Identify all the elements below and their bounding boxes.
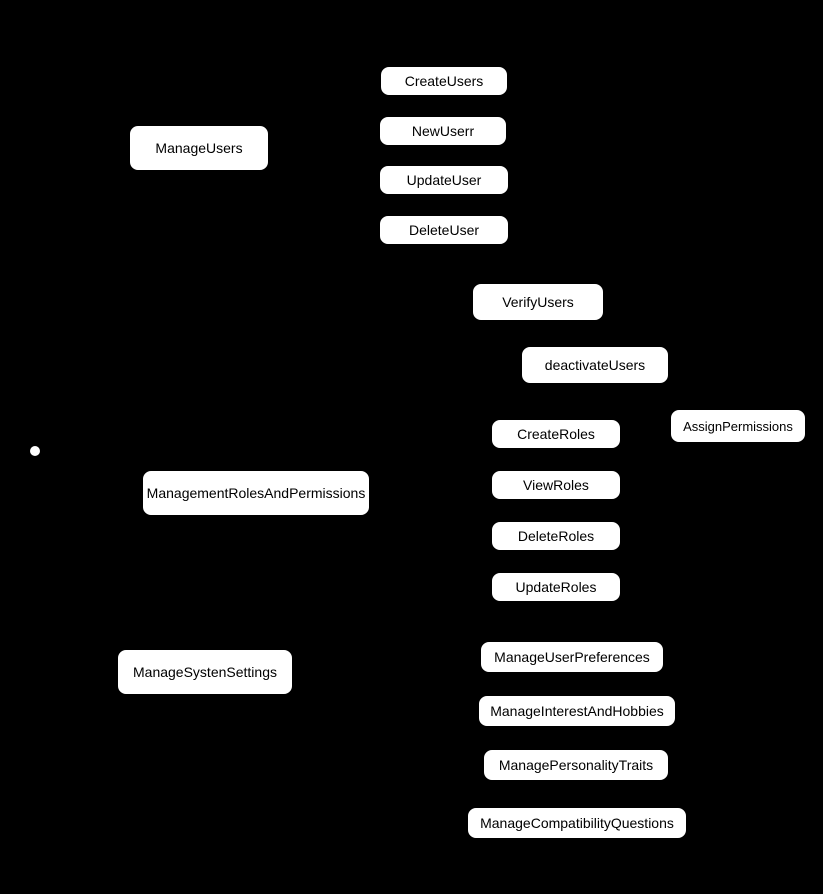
node-create-roles: CreateRoles: [490, 418, 622, 450]
node-manage-user-preferences: ManageUserPreferences: [479, 640, 665, 674]
node-manage-compatibility-questions: ManageCompatibilityQuestions: [466, 806, 688, 840]
node-manage-personality-traits: ManagePersonalityTraits: [482, 748, 670, 782]
node-assign-permissions: AssignPermissions: [669, 408, 807, 444]
node-create-users: CreateUsers: [379, 65, 509, 97]
actor-dot: [30, 446, 40, 456]
node-update-user: UpdateUser: [378, 164, 510, 196]
node-deactivate-users: deactivateUsers: [520, 345, 670, 385]
node-manage-system-settings: ManageSystenSettings: [116, 648, 294, 696]
node-management-roles-and-permissions: ManagementRolesAndPermissions: [141, 469, 371, 517]
node-delete-user: DeleteUser: [378, 214, 510, 246]
node-manage-interest-and-hobbies: ManageInterestAndHobbies: [477, 694, 677, 728]
node-verify-users: VerifyUsers: [471, 282, 605, 322]
node-delete-roles: DeleteRoles: [490, 520, 622, 552]
node-update-roles: UpdateRoles: [490, 571, 622, 603]
node-view-roles: ViewRoles: [490, 469, 622, 501]
node-new-userr: NewUserr: [378, 115, 508, 147]
diagram-canvas: ManageUsers ManagementRolesAndPermission…: [0, 0, 823, 894]
node-manage-users: ManageUsers: [128, 124, 270, 172]
